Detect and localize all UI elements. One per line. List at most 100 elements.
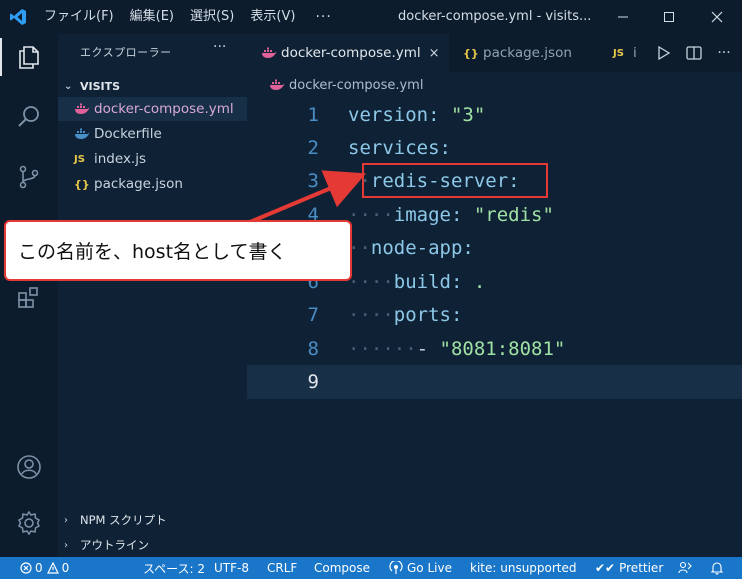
js-icon: JS [613, 47, 624, 59]
breadcrumb-label: docker-compose.yml [289, 77, 424, 93]
file-dockerfile[interactable]: Dockerfile [58, 122, 247, 146]
folder-visits[interactable]: ⌄ VISITS [64, 80, 120, 93]
tab-label: package.json [483, 45, 572, 61]
line-number: 1 [307, 104, 319, 126]
code-line[interactable]: 1 version: "3" [247, 98, 742, 132]
prettier-status[interactable]: ✔✔ Prettier [595, 557, 663, 579]
file-docker-compose[interactable]: docker-compose.yml [58, 97, 247, 121]
code-text: version: "3" [348, 104, 485, 126]
indentation-indicator[interactable]: スペース: 2 [143, 557, 205, 579]
folder-label: VISITS [80, 80, 121, 93]
chevron-right-icon: › [64, 539, 68, 551]
settings-gear-icon[interactable] [0, 500, 58, 546]
yaml-key: node-app: [370, 237, 474, 259]
close-window-button[interactable] [694, 0, 740, 34]
editor-tab-bar: docker-compose.yml × {} package.json JS … [247, 34, 742, 72]
chevron-down-icon: ⌄ [64, 81, 73, 92]
window-title: docker-compose.yml - visits... [398, 9, 592, 24]
line-number: 7 [307, 304, 319, 326]
menu-edit[interactable]: 編集(E) [122, 0, 182, 34]
editor-actions: ··· [649, 34, 739, 72]
docker-whale-icon [269, 79, 289, 91]
line-number: 8 [307, 338, 319, 360]
double-check-icon: ✔✔ [595, 561, 616, 575]
encoding-indicator[interactable]: UTF-8 [214, 557, 249, 579]
menu-more-button[interactable]: ··· [303, 9, 343, 25]
code-text: ····build: . [348, 271, 486, 293]
title-bar: ファイル(F) 編集(E) 選択(S) 表示(V) ··· docker-com… [0, 0, 742, 34]
highlight-box [362, 163, 548, 198]
yaml-value: . [473, 271, 486, 293]
search-icon[interactable] [0, 94, 58, 140]
problems-indicator[interactable]: 0 0 [20, 557, 69, 579]
docker-whale-icon [74, 128, 94, 140]
vscode-logo-icon [0, 0, 36, 34]
kite-status[interactable]: kite: unsupported [470, 557, 577, 579]
section-label: NPM スクリプト [80, 513, 167, 527]
code-text: ··node-app: [348, 237, 474, 259]
yaml-dash: - [416, 338, 429, 360]
file-label: docker-compose.yml [94, 101, 234, 117]
yaml-string: "8081:8081" [439, 338, 566, 360]
yaml-key: services: [348, 137, 451, 159]
code-line[interactable]: 2 services: [247, 131, 742, 165]
docker-whale-icon [261, 47, 281, 59]
line-number: 3 [307, 170, 319, 192]
notifications-bell-icon[interactable] [710, 557, 724, 579]
minimize-button[interactable] [600, 0, 646, 34]
code-text: ····image: "redis" [348, 204, 554, 226]
yaml-key: ports: [393, 304, 463, 326]
breadcrumb[interactable]: docker-compose.yml [247, 72, 742, 98]
feedback-icon[interactable] [678, 557, 692, 579]
active-indicator [0, 38, 2, 76]
chevron-right-icon: › [64, 514, 68, 526]
file-package-json[interactable]: {} package.json [58, 172, 247, 196]
tab-label: i [633, 45, 637, 61]
code-line[interactable]: 8 ······- "8081:8081" [247, 332, 742, 366]
account-icon[interactable] [0, 444, 58, 490]
prettier-label: Prettier [619, 561, 664, 575]
run-play-icon[interactable] [649, 46, 679, 60]
status-bar: 0 0 スペース: 2 UTF-8 CRLF Compose Go Live k… [0, 557, 742, 579]
yaml-key: build: [393, 271, 463, 293]
file-index-js[interactable]: JS index.js [58, 147, 247, 171]
outline-section[interactable]: › アウトライン [64, 537, 149, 553]
file-label: Dockerfile [94, 126, 162, 142]
source-control-icon[interactable] [0, 154, 58, 200]
file-label: index.js [94, 151, 147, 167]
broadcast-icon [389, 561, 403, 574]
explorer-more-button[interactable]: ··· [213, 39, 226, 55]
menu-view[interactable]: 表示(V) [242, 0, 303, 34]
menu-selection[interactable]: 選択(S) [182, 0, 242, 34]
line-number: 9 [307, 371, 319, 393]
maximize-button[interactable] [646, 0, 692, 34]
warning-count: 0 [61, 561, 70, 575]
more-actions-icon[interactable]: ··· [709, 45, 739, 61]
eol-indicator[interactable]: CRLF [267, 557, 297, 579]
json-icon: {} [463, 46, 479, 60]
callout-text: この名前を、host名として書く [18, 241, 287, 263]
go-live-label: Go Live [407, 561, 452, 575]
explorer-icon[interactable] [0, 34, 58, 80]
go-live-button[interactable]: Go Live [389, 557, 452, 579]
close-icon[interactable]: × [429, 46, 440, 61]
code-text: services: [348, 137, 451, 159]
line-number: 2 [307, 137, 319, 159]
menu-file[interactable]: ファイル(F) [36, 0, 122, 34]
explorer-sidebar: エクスプローラー ··· ⌄ VISITS docker-compose.yml… [58, 34, 247, 557]
split-editor-icon[interactable] [679, 46, 709, 60]
explorer-title: エクスプローラー [80, 46, 172, 59]
npm-scripts-section[interactable]: › NPM スクリプト [64, 512, 167, 528]
yaml-string: "3" [450, 104, 486, 126]
code-line-current[interactable]: 9 [247, 365, 742, 399]
annotation-callout: この名前を、host名として書く [4, 220, 352, 281]
json-icon: {} [74, 177, 90, 191]
language-mode[interactable]: Compose [314, 557, 370, 579]
tab-docker-compose[interactable]: docker-compose.yml × [247, 34, 449, 72]
code-line[interactable]: 7 ····ports: [247, 298, 742, 332]
file-label: package.json [94, 176, 183, 192]
code-text: ····ports: [348, 304, 463, 326]
tab-index-js[interactable]: JS i [599, 34, 647, 72]
error-count: 0 [35, 561, 43, 575]
tab-package-json[interactable]: {} package.json [449, 34, 599, 72]
